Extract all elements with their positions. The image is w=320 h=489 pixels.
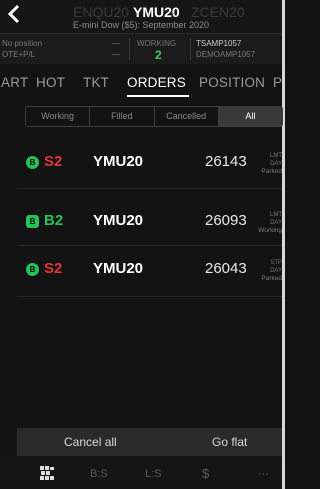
- order-row[interactable]: B S2 YMU20 26143 LMT DAY Parked: [0, 153, 282, 208]
- order-badge-icon: B: [26, 215, 39, 228]
- tab-chart[interactable]: ART: [1, 75, 28, 90]
- app-frame: ENQU20 YMU20 ZCEN20 E-mini Dow ($5): Sep…: [0, 0, 285, 489]
- tab-orders[interactable]: ORDERS: [127, 75, 186, 90]
- tab-bar: ART HOT TKT ORDERS POSITION P: [0, 64, 282, 98]
- order-type: LMT DAY: [270, 212, 282, 226]
- contract-name: E-mini Dow ($5): September 2020: [72, 20, 210, 30]
- info-divider: [129, 38, 130, 60]
- current-symbol: YMU20: [133, 4, 180, 20]
- bottom-nav: B:S L:S $ ···: [0, 457, 282, 489]
- next-symbol[interactable]: ZCEN20: [191, 4, 245, 20]
- order-type: STP DAY: [270, 260, 282, 274]
- grid-icon[interactable]: [40, 466, 54, 480]
- header: ENQU20 YMU20 ZCEN20 E-mini Dow ($5): Sep…: [0, 0, 282, 33]
- filter-cancelled[interactable]: Cancelled: [155, 107, 219, 126]
- filter-all[interactable]: All: [218, 107, 282, 126]
- right-edge: [282, 0, 285, 489]
- row-divider: [17, 296, 282, 297]
- filter-filled[interactable]: Filled: [90, 107, 155, 126]
- prev-symbol[interactable]: ENQU20: [73, 4, 129, 20]
- order-status: Parked: [261, 168, 282, 175]
- tab-ticket[interactable]: TKT: [83, 75, 109, 90]
- working-label: WORKING: [137, 39, 177, 48]
- ote-label: OTE+P/L: [2, 50, 36, 59]
- ote-value: —: [112, 50, 120, 59]
- nav-more-icon[interactable]: ···: [258, 468, 269, 480]
- account-id[interactable]: TSAMP1057: [196, 39, 241, 48]
- filter-working[interactable]: Working: [26, 107, 91, 126]
- order-row[interactable]: B S2 YMU20 26043 STP DAY Parked: [0, 260, 282, 315]
- active-tab-underline: [127, 95, 189, 97]
- position-value: —: [112, 39, 120, 48]
- cancel-all-button[interactable]: Cancel all: [64, 435, 117, 449]
- order-type: LMT DAY: [270, 153, 282, 167]
- order-symbol: YMU20: [93, 260, 144, 277]
- nav-dollar-icon[interactable]: $: [202, 466, 209, 481]
- account-name: DEMOAMP1057: [196, 50, 256, 59]
- tab-p[interactable]: P: [273, 75, 282, 90]
- nav-ls[interactable]: L:S: [145, 468, 162, 480]
- action-bar: Cancel all Go flat: [17, 428, 282, 456]
- order-side: B2: [44, 212, 64, 229]
- symbol-switcher[interactable]: ENQU20 YMU20 ZCEN20: [0, 4, 282, 20]
- row-divider: [17, 245, 282, 246]
- account-info-strip: No position OTE+P/L — — WORKING 2 TSAMP1…: [0, 33, 282, 65]
- order-side: S2: [44, 260, 63, 277]
- tab-hot[interactable]: HOT: [36, 75, 65, 90]
- order-symbol: YMU20: [93, 212, 144, 229]
- order-filter: Working Filled Cancelled All: [25, 106, 283, 127]
- tab-position[interactable]: POSITION: [199, 75, 265, 90]
- row-divider: [17, 188, 282, 189]
- go-flat-button[interactable]: Go flat: [212, 435, 247, 449]
- order-symbol: YMU20: [93, 153, 144, 170]
- position-label: No position: [2, 39, 43, 48]
- order-side: S2: [44, 153, 63, 170]
- nav-bs[interactable]: B:S: [90, 468, 108, 480]
- order-badge-icon: B: [26, 263, 39, 276]
- order-status: Parked: [261, 275, 282, 282]
- info-divider: [190, 38, 191, 60]
- working-count: 2: [155, 48, 162, 62]
- order-status: Working: [258, 227, 282, 234]
- order-badge-icon: B: [26, 156, 39, 169]
